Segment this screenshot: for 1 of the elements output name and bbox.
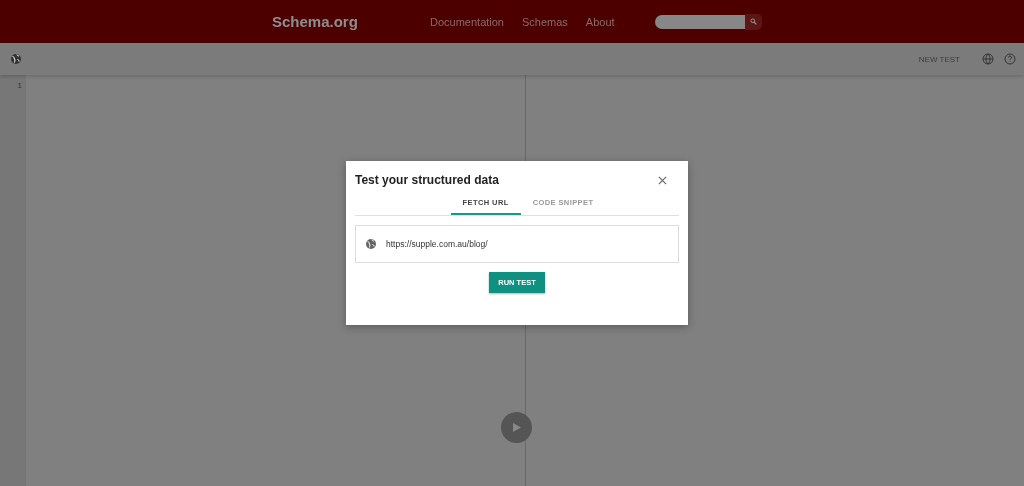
- dialog-title: Test your structured data: [355, 173, 499, 187]
